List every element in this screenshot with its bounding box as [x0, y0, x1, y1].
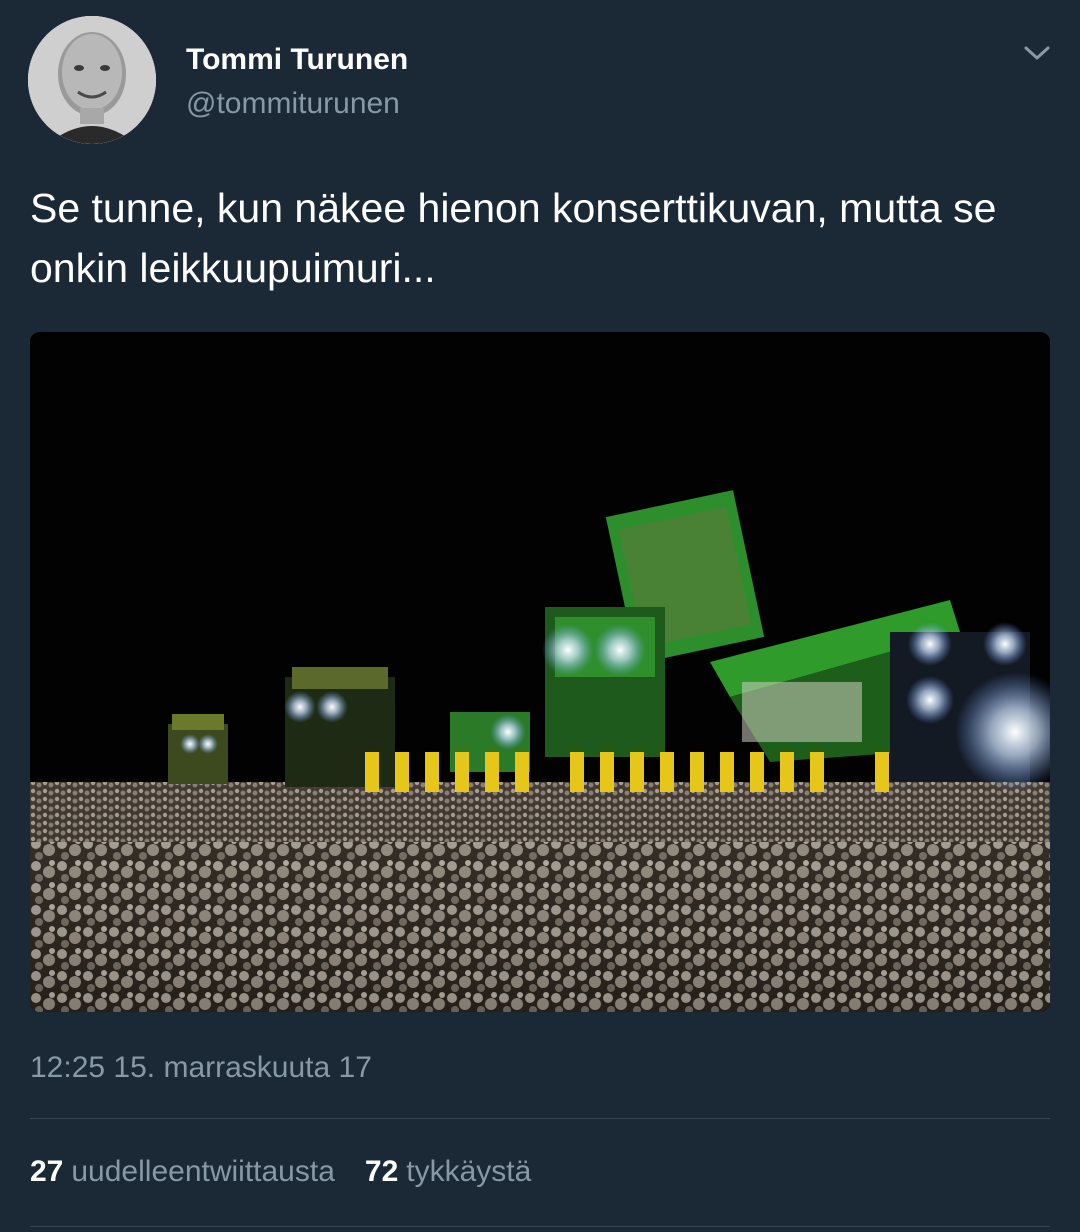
tweet-card: Tommi Turunen @tommiturunen Se tunne, ku…	[0, 0, 1080, 1232]
avatar[interactable]	[28, 16, 156, 144]
tweet-timestamp: 12:25 15. marraskuuta 17	[30, 1051, 372, 1084]
tweet-stats: 27 uudelleentwiittausta 72 tykkäystä	[30, 1154, 561, 1190]
likes-stat[interactable]: 72 tykkäystä	[365, 1154, 531, 1190]
divider	[30, 1226, 1050, 1227]
tweet-header: Tommi Turunen @tommiturunen	[28, 16, 1052, 146]
tweet-text: Se tunne, kun näkee hienon konserttikuva…	[30, 185, 997, 291]
author-names: Tommi Turunen @tommiturunen	[186, 42, 408, 122]
chevron-down-icon[interactable]	[1022, 38, 1052, 68]
user-handle[interactable]: @tommiturunen	[186, 86, 408, 122]
display-name[interactable]: Tommi Turunen	[186, 42, 408, 78]
retweets-count: 27	[30, 1155, 64, 1188]
retweets-label: uudelleentwiittausta	[71, 1155, 335, 1188]
divider	[30, 1118, 1050, 1119]
likes-label: tykkäystä	[406, 1155, 532, 1188]
likes-count: 72	[364, 1155, 399, 1188]
tweet-photo[interactable]	[30, 332, 1050, 1012]
retweets-stat[interactable]: 27 uudelleentwiittausta	[30, 1154, 335, 1190]
